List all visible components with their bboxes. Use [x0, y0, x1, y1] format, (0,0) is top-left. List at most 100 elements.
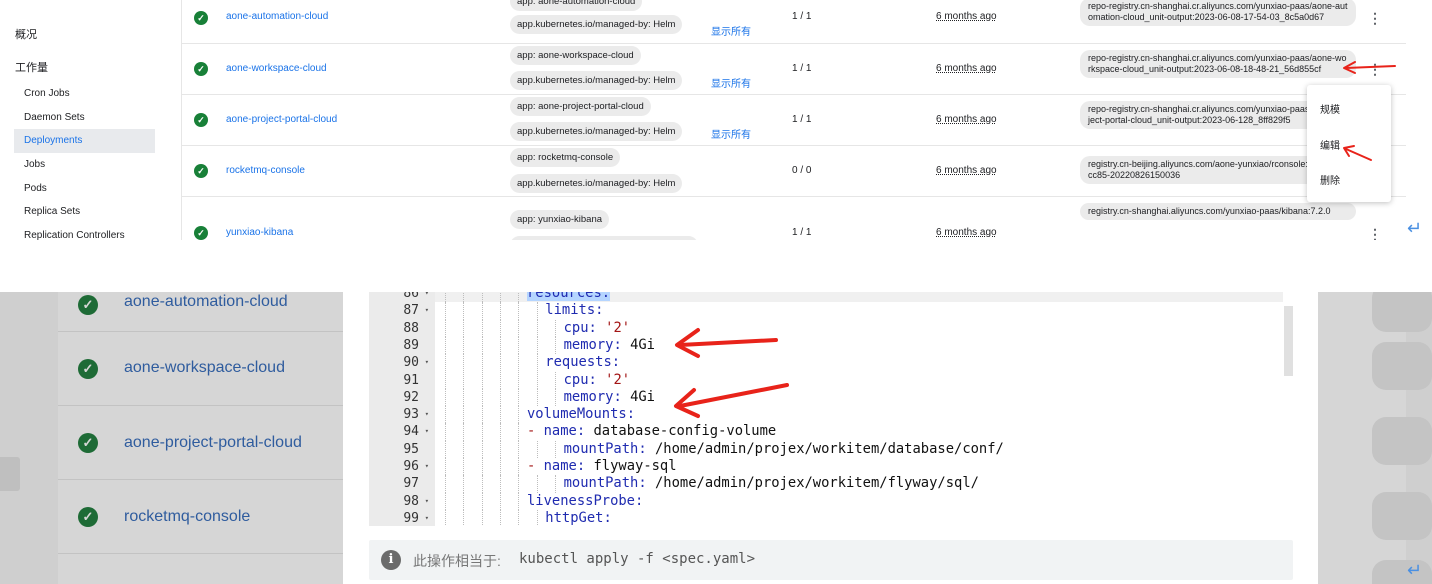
yaml-value: database-config-volume: [593, 423, 777, 440]
check-circle-icon: ✓: [194, 62, 208, 76]
more-vertical-icon[interactable]: ⋮: [1368, 62, 1382, 76]
indent-guide: [499, 292, 501, 303]
menu-item-delete[interactable]: 删除: [1320, 172, 1340, 187]
show-all-labels-link[interactable]: 显示所有: [711, 23, 751, 38]
indent-guide: [481, 371, 483, 389]
info-bar: i 此操作相当于: kubectl apply -f <spec.yaml>: [369, 540, 1293, 580]
indent-guide: [536, 354, 538, 372]
yaml-value: /home/admin/projex/workitem/flyway/sql/: [654, 475, 979, 492]
yaml-key: requests: [545, 354, 612, 371]
indent-guide: [518, 458, 520, 476]
yaml-key: resources: [527, 292, 602, 301]
line-number: 94 ▾: [369, 423, 435, 440]
deployment-name-link[interactable]: aone-project-portal-cloud: [124, 434, 302, 452]
indent-guide: [499, 354, 501, 372]
yaml-colon: :: [588, 371, 597, 388]
menu-item-edit[interactable]: 编辑: [1320, 137, 1340, 152]
fold-toggle-icon[interactable]: ▾: [425, 292, 429, 302]
indent-guide: [445, 423, 446, 441]
indent-guide: [499, 406, 501, 424]
label-chip: app: aone-project-portal-cloud: [510, 97, 651, 116]
indent-guide: [536, 509, 538, 526]
code-line: requests:: [545, 354, 620, 371]
indent-guide: [481, 423, 483, 441]
label-chip: app.kubernetes.io/managed-by: Helm: [510, 174, 683, 193]
sidebar-item-deployments[interactable]: Deployments: [14, 129, 155, 153]
line-number: 93 ▾: [369, 406, 435, 423]
indent-guide: [499, 388, 501, 407]
sidebar-item-daemon-sets[interactable]: Daemon Sets: [14, 106, 155, 130]
deployment-name-link[interactable]: rocketmq-console: [124, 508, 250, 526]
fold-toggle-icon[interactable]: ▾: [425, 458, 429, 475]
pods-count: 1 / 1: [792, 63, 812, 74]
indent-guide: [463, 440, 465, 458]
image-chip: [1372, 342, 1432, 390]
indent-guide: [481, 475, 483, 493]
indent-guide: [463, 509, 465, 526]
deployment-name-link[interactable]: aone-workspace-cloud: [124, 359, 285, 377]
info-icon: i: [381, 550, 401, 570]
fold-toggle-icon[interactable]: ▾: [425, 406, 429, 423]
yaml-key: memory: [563, 336, 614, 353]
yaml-colon: :: [588, 319, 597, 336]
line-number: 89: [369, 337, 435, 354]
created-time: 6 months ago: [936, 11, 997, 22]
more-vertical-icon[interactable]: ⋮: [1368, 227, 1382, 240]
vertical-scrollbar[interactable]: [1406, 0, 1432, 240]
indent-guide: [481, 458, 483, 476]
indent-guide: [554, 371, 556, 389]
indent-guide: [445, 475, 446, 493]
return-arrow-icon: ↵: [1407, 218, 1423, 238]
indent-guide: [554, 336, 556, 355]
indent-guide: [499, 492, 501, 510]
indent-guide: [481, 319, 483, 337]
deployment-name-link[interactable]: yunxiao-kibana: [226, 227, 293, 238]
yaml-key: memory: [563, 388, 614, 405]
line-number-text: 94: [403, 424, 419, 440]
indent-guide: [445, 302, 446, 320]
fold-toggle-icon[interactable]: ▾: [425, 423, 429, 440]
yaml-value: '2': [605, 371, 631, 388]
indent-guide: [554, 440, 556, 458]
yaml-editor[interactable]: 86 ▾ 87 ▾ 88 89 90 ▾ 91 92 93 ▾ 94 ▾ 95 96 ▾ 97 98 ▾ 99 ▾ res…: [369, 292, 1293, 526]
deployment-name-link[interactable]: aone-workspace-cloud: [226, 63, 327, 74]
info-label: 此操作相当于:: [413, 553, 501, 569]
sidebar-item-pods[interactable]: Pods: [14, 177, 155, 201]
indent-guide: [518, 509, 520, 526]
deployment-name-link[interactable]: aone-automation-cloud: [226, 11, 328, 22]
indent-guide: [445, 336, 446, 355]
image-chip: [1372, 492, 1432, 540]
fold-toggle-icon[interactable]: ▾: [425, 354, 429, 371]
show-all-labels-link[interactable]: 显示所有: [711, 126, 751, 141]
check-circle-icon: ✓: [194, 11, 208, 25]
pods-count: 1 / 1: [792, 11, 812, 22]
line-number: 95: [369, 441, 435, 458]
indent-guide: [445, 509, 446, 526]
indent-guide: [463, 458, 465, 476]
yaml-key: httpGet: [545, 509, 604, 526]
code-line: memory: 4Gi: [564, 389, 655, 406]
sidebar-overview[interactable]: 概况: [15, 26, 37, 42]
check-circle-icon: ✓: [78, 507, 98, 527]
deployment-name-link[interactable]: rocketmq-console: [226, 165, 305, 176]
sidebar-item-replica-sets[interactable]: Replica Sets: [14, 200, 155, 224]
indent-guide: [518, 319, 520, 337]
sidebar-item-replication-controllers[interactable]: Replication Controllers: [14, 224, 155, 240]
show-all-labels-link[interactable]: 显示所有: [711, 75, 751, 90]
fold-toggle-icon[interactable]: ▾: [425, 493, 429, 510]
indent-guide: [463, 371, 465, 389]
more-vertical-icon[interactable]: ⋮: [1368, 11, 1382, 25]
code-line: memory: 4Gi: [564, 337, 655, 354]
deployment-name-link[interactable]: aone-automation-cloud: [124, 293, 288, 311]
sidebar-workloads-heading[interactable]: 工作量: [15, 59, 48, 75]
fold-toggle-icon[interactable]: ▾: [425, 302, 429, 319]
editor-scrollbar[interactable]: [1284, 306, 1293, 376]
deployment-name-link[interactable]: aone-project-portal-cloud: [226, 114, 337, 125]
sidebar-item-cron-jobs[interactable]: Cron Jobs: [14, 82, 155, 106]
menu-item-scale[interactable]: 规模: [1320, 101, 1340, 116]
fold-toggle-icon[interactable]: ▾: [425, 510, 429, 526]
sidebar-item-jobs[interactable]: Jobs: [14, 153, 155, 177]
yaml-key: mountPath: [563, 475, 639, 492]
row-actions-menu: 规模 编辑 删除: [1307, 85, 1391, 202]
indent-guide: [445, 292, 446, 303]
